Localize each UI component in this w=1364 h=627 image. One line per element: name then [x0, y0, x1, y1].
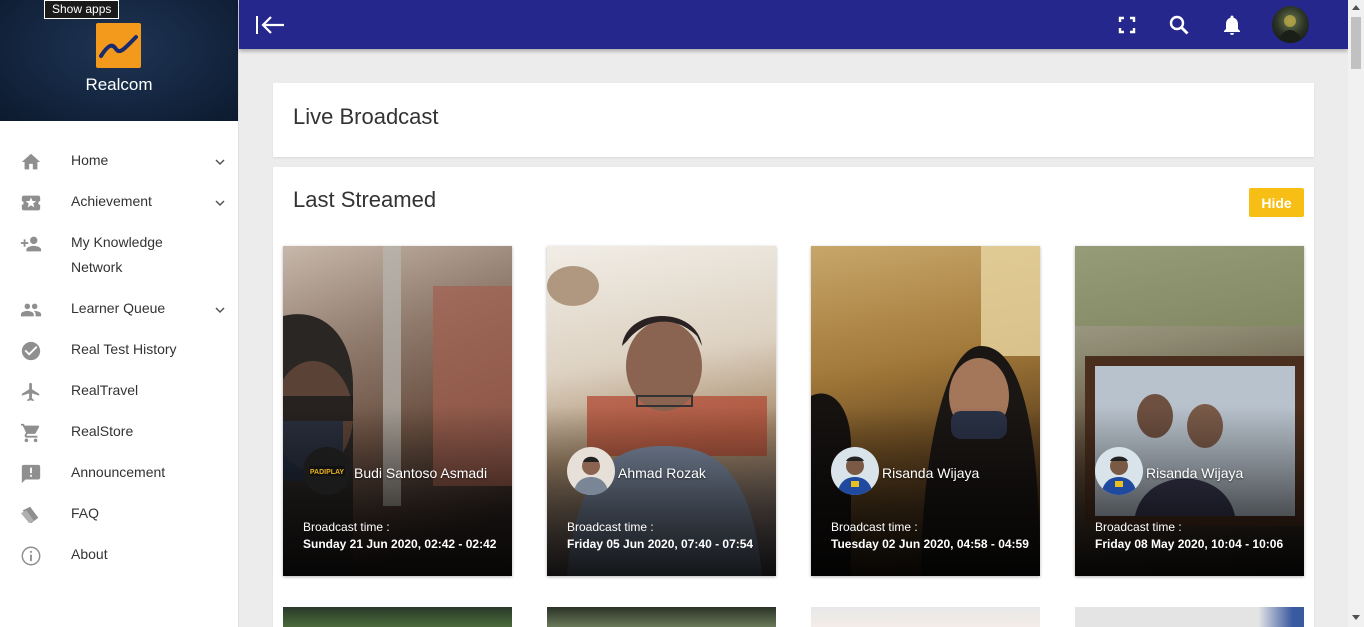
stream-card[interactable]: Ahmad Rozak Broadcast time : Friday 05 J…	[547, 246, 776, 576]
stream-card[interactable]	[1075, 607, 1304, 627]
sidebar-item-about[interactable]: About	[0, 536, 238, 577]
search-icon[interactable]	[1166, 12, 1192, 38]
scroll-up-icon[interactable]	[1352, 5, 1360, 10]
streamer-name: Budi Santoso Asmadi	[354, 465, 488, 481]
realcom-logo[interactable]	[96, 23, 141, 68]
avatar[interactable]	[1272, 6, 1309, 43]
broadcast-time-value: Tuesday 02 Jun 2020, 04:58 - 04:59	[831, 537, 1029, 551]
stream-card[interactable]	[547, 607, 776, 627]
sidebar-item-label: RealStore	[71, 423, 134, 439]
panel-title: Live Broadcast	[293, 104, 439, 129]
top-app-bar	[239, 0, 1348, 49]
svg-text:PADIPLAY: PADIPLAY	[310, 469, 345, 476]
cart-icon	[20, 422, 42, 444]
streamer-avatar	[1095, 447, 1143, 495]
sidebar-item-label: Learner Queue	[71, 300, 166, 316]
tags-icon	[20, 504, 42, 526]
announcement-icon	[20, 463, 42, 485]
show-apps-tooltip: Show apps	[44, 0, 120, 19]
stream-card[interactable]	[811, 607, 1040, 627]
sidebar-item-my-knowledge-network[interactable]: My Knowledge Network	[0, 224, 238, 290]
stream-card[interactable]: Risanda Wijaya Broadcast time : Tuesday …	[811, 246, 1040, 576]
page-scrollbar[interactable]	[1348, 0, 1364, 627]
stream-card[interactable]: PADIPLAY Budi Santoso Asmadi Broadcast t…	[283, 246, 512, 576]
sidebar-nav: Home Achievement My Knowledge Network Le…	[0, 121, 238, 577]
chevron-down-icon[interactable]	[214, 303, 226, 315]
sidebar-item-label: Real Test History	[71, 341, 177, 357]
brand-name: Realcom	[85, 75, 153, 94]
broadcast-time-label: Broadcast time :	[567, 520, 654, 534]
back-icon[interactable]	[256, 12, 284, 38]
sidebar-item-label: Announcement	[71, 464, 166, 480]
sidebar-item-label: Achievement	[71, 193, 152, 209]
streamer-name: Risanda Wijaya	[1146, 465, 1244, 481]
scrollbar-thumb[interactable]	[1351, 17, 1361, 69]
fullscreen-icon[interactable]	[1114, 12, 1140, 38]
sidebar-item-label: RealTravel	[71, 382, 139, 398]
people-icon	[20, 299, 42, 321]
broadcast-time-value: Friday 05 Jun 2020, 07:40 - 07:54	[567, 537, 754, 551]
airplane-icon	[20, 381, 42, 403]
sidebar-item-label: About	[71, 546, 108, 562]
stream-card[interactable]	[283, 607, 512, 627]
info-icon	[20, 545, 42, 567]
sidebar-item-label: Home	[71, 152, 109, 168]
panel-title: Last Streamed	[293, 187, 437, 212]
scroll-down-icon[interactable]	[1352, 615, 1360, 620]
chevron-down-icon[interactable]	[214, 155, 226, 167]
chevron-down-icon[interactable]	[214, 196, 226, 208]
bell-icon[interactable]	[1219, 12, 1245, 38]
streamer-avatar: PADIPLAY	[303, 447, 351, 495]
streamer-avatar	[831, 447, 879, 495]
live-broadcast-panel: Live Broadcast	[273, 83, 1314, 157]
sidebar: Realcom Show apps Home Achievement My Kn…	[0, 0, 239, 627]
broadcast-time-label: Broadcast time :	[303, 520, 390, 534]
streamer-name: Risanda Wijaya	[882, 465, 980, 481]
streamer-name: Ahmad Rozak	[618, 465, 706, 481]
streamer-avatar	[567, 447, 615, 495]
hide-button[interactable]: Hide	[1249, 188, 1304, 217]
sidebar-item-label: FAQ	[71, 505, 100, 521]
home-icon	[20, 151, 42, 173]
broadcast-time-label: Broadcast time :	[831, 520, 918, 534]
people-add-icon	[20, 233, 42, 255]
stream-card[interactable]: Risanda Wijaya Broadcast time : Friday 0…	[1075, 246, 1304, 576]
broadcast-time-label: Broadcast time :	[1095, 520, 1182, 534]
broadcast-time-value: Friday 08 May 2020, 10:04 - 10:06	[1095, 537, 1284, 551]
check-circle-icon	[20, 340, 42, 362]
sidebar-item-label: My Knowledge Network	[71, 234, 163, 275]
ticket-star-icon	[20, 192, 42, 214]
broadcast-time-value: Sunday 21 Jun 2020, 02:42 - 02:42	[303, 537, 497, 551]
